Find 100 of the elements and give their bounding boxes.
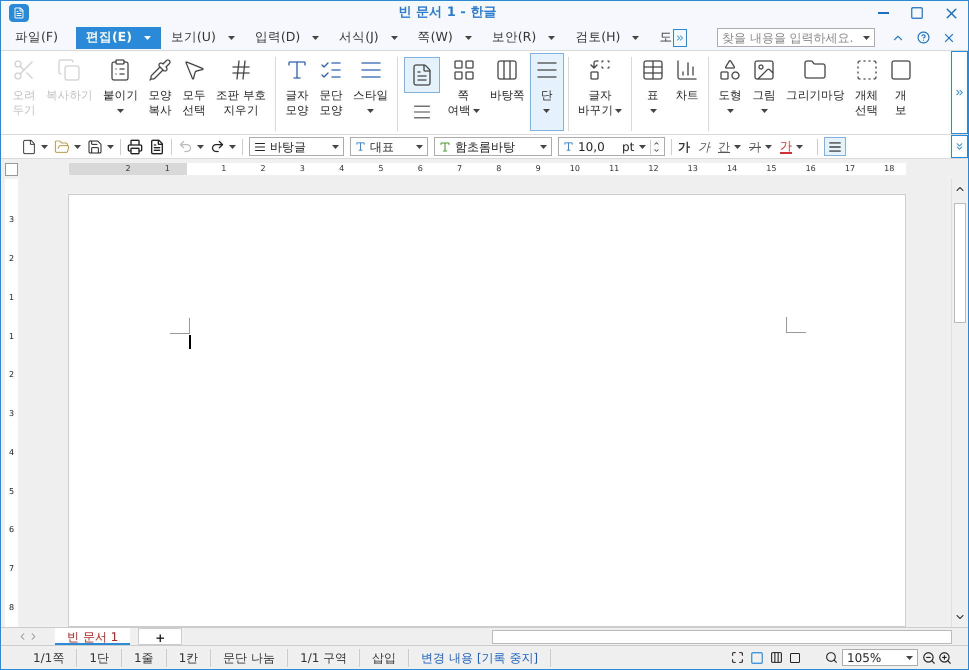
menu-tab[interactable]: 쪽(W) (408, 26, 482, 48)
vertical-scrollbar[interactable] (951, 179, 968, 627)
format-button[interactable]: 간 (718, 138, 741, 156)
ribbon-button[interactable]: 스타일 (348, 53, 394, 131)
justify-button[interactable] (824, 137, 846, 156)
ribbon-button[interactable]: 글자 바꾸기 (572, 53, 628, 131)
fit-icon[interactable] (731, 651, 744, 664)
ribbon-button[interactable]: 쪽 여백 (442, 53, 485, 131)
margin-mark (170, 318, 190, 334)
undo-icon (178, 139, 193, 154)
expand-ribbon-button[interactable] (951, 51, 968, 134)
ruler-number: 3 (298, 163, 305, 175)
square-icon (888, 58, 913, 82)
ribbon-button[interactable]: 글자 모양 (280, 53, 314, 131)
ribbon-button[interactable]: 그리기마당 (781, 53, 850, 131)
ribbon-button[interactable]: 개 보 (884, 53, 918, 131)
ruler-number: 5 (377, 163, 384, 175)
ribbon-button[interactable]: 단 (530, 53, 564, 131)
lines-icon (828, 140, 842, 154)
document-tab[interactable]: 빈 문서 1 (55, 628, 130, 645)
font-size-field[interactable]: 10,0 pt (558, 137, 665, 156)
redo-button[interactable] (210, 139, 236, 154)
search-icon[interactable] (825, 651, 838, 664)
ribbon-button[interactable]: 개체 선택 (850, 53, 884, 131)
zoom-out-icon[interactable] (922, 650, 936, 664)
ruler-number: 11 (608, 163, 620, 175)
ribbon-label: 개 (894, 88, 907, 103)
caret-icon (228, 36, 235, 40)
status-item: 1/1쪽 (21, 648, 78, 666)
undo-button[interactable] (178, 139, 204, 154)
zoom-in-icon[interactable] (938, 650, 952, 664)
window-title: 빈 문서 1 - 한글 (398, 4, 498, 22)
ribbon-button[interactable]: 바탕쪽 (484, 53, 530, 131)
ribbon-button[interactable]: 도형 (713, 53, 748, 131)
ribbon-label: 글자 (588, 88, 612, 103)
caret-icon (107, 144, 114, 148)
style-field[interactable]: 바탕글 (249, 137, 344, 156)
ruler-number: 8 (495, 163, 502, 175)
ruler-number: 5 (8, 486, 16, 498)
increment-icon (653, 140, 660, 146)
ruler-toggle-button[interactable] (5, 162, 18, 176)
menu-tab[interactable]: 입력(D) (244, 26, 330, 48)
help-icon (917, 31, 930, 44)
print-button[interactable] (127, 138, 143, 154)
save-button[interactable] (87, 138, 114, 154)
zoom-field[interactable]: 105% (842, 649, 918, 666)
double-chevron-icon (675, 32, 685, 42)
shapes-icon (718, 58, 742, 82)
ribbon-button[interactable]: 표 (636, 53, 670, 131)
ribbon-label: 모양 (148, 88, 172, 103)
ribbon-label: 두기 (12, 103, 36, 118)
square-icon[interactable] (789, 652, 801, 664)
help-button[interactable] (917, 31, 930, 44)
page-orientation-button[interactable] (404, 57, 440, 93)
menu-tab[interactable]: 편집(E) (76, 26, 161, 48)
format-button[interactable]: 가 (749, 138, 772, 156)
caret-icon (540, 144, 547, 148)
ruler-number: 4 (338, 163, 344, 175)
menu-tab[interactable]: 검토(H) (565, 26, 650, 48)
ribbon-button[interactable]: 차트 (670, 53, 704, 131)
menu-tab[interactable]: 파일(F) (5, 26, 68, 48)
ribbon-button[interactable]: 모두 선택 (177, 53, 211, 131)
new-document-button[interactable] (21, 138, 48, 154)
caret-icon (863, 36, 870, 40)
add-tab-button[interactable]: + (138, 628, 182, 645)
caret-icon (144, 36, 151, 40)
ribbon-label: 바탕쪽 (490, 88, 525, 103)
ribbon-button[interactable]: 모양 복사 (143, 53, 177, 131)
menu-tab[interactable]: 도 (649, 26, 673, 48)
table-icon (641, 58, 666, 82)
format-button[interactable]: 가 (678, 138, 690, 156)
format-button[interactable]: 가 (698, 138, 710, 156)
ribbon-label: 개체 (854, 88, 878, 103)
menu-tab[interactable]: 서식(J) (329, 26, 408, 48)
ribbon-button[interactable]: 조판 부호 지우기 (211, 53, 272, 131)
ribbon-button[interactable]: 그림 (747, 53, 782, 131)
more-tools-button[interactable] (951, 135, 968, 158)
minimize-icon (878, 12, 888, 14)
document-icon (21, 138, 37, 154)
preview-button[interactable] (149, 138, 165, 154)
format-button[interactable]: 가 (780, 140, 803, 154)
ribbon-button[interactable]: 붙이기 (98, 53, 143, 131)
ribbon-button[interactable]: 문단 모양 (314, 53, 348, 131)
open-button[interactable] (54, 138, 81, 154)
scroll-thumb[interactable] (954, 203, 966, 323)
ruler-number: 6 (8, 524, 16, 536)
ruler-number: 10 (568, 163, 580, 175)
menu-tab[interactable]: 보안(R) (482, 26, 566, 48)
caret-icon (229, 144, 236, 148)
horizontal-scrollbar[interactable] (492, 630, 952, 644)
caret-icon (615, 108, 622, 112)
page-view-icon[interactable] (750, 650, 764, 664)
language-field[interactable]: 대표 (350, 137, 428, 156)
search-field[interactable]: 찾을 내용을 입력하세요. (717, 28, 875, 47)
columns-icon[interactable] (770, 651, 783, 664)
menu-tab[interactable]: 보기(U) (160, 26, 245, 48)
more-menus-button[interactable] (673, 28, 687, 46)
status-item: 1/1 구역 (288, 648, 360, 666)
font-field[interactable]: 함초롬바탕 (434, 137, 552, 156)
ruler-number: 1 (164, 163, 171, 175)
